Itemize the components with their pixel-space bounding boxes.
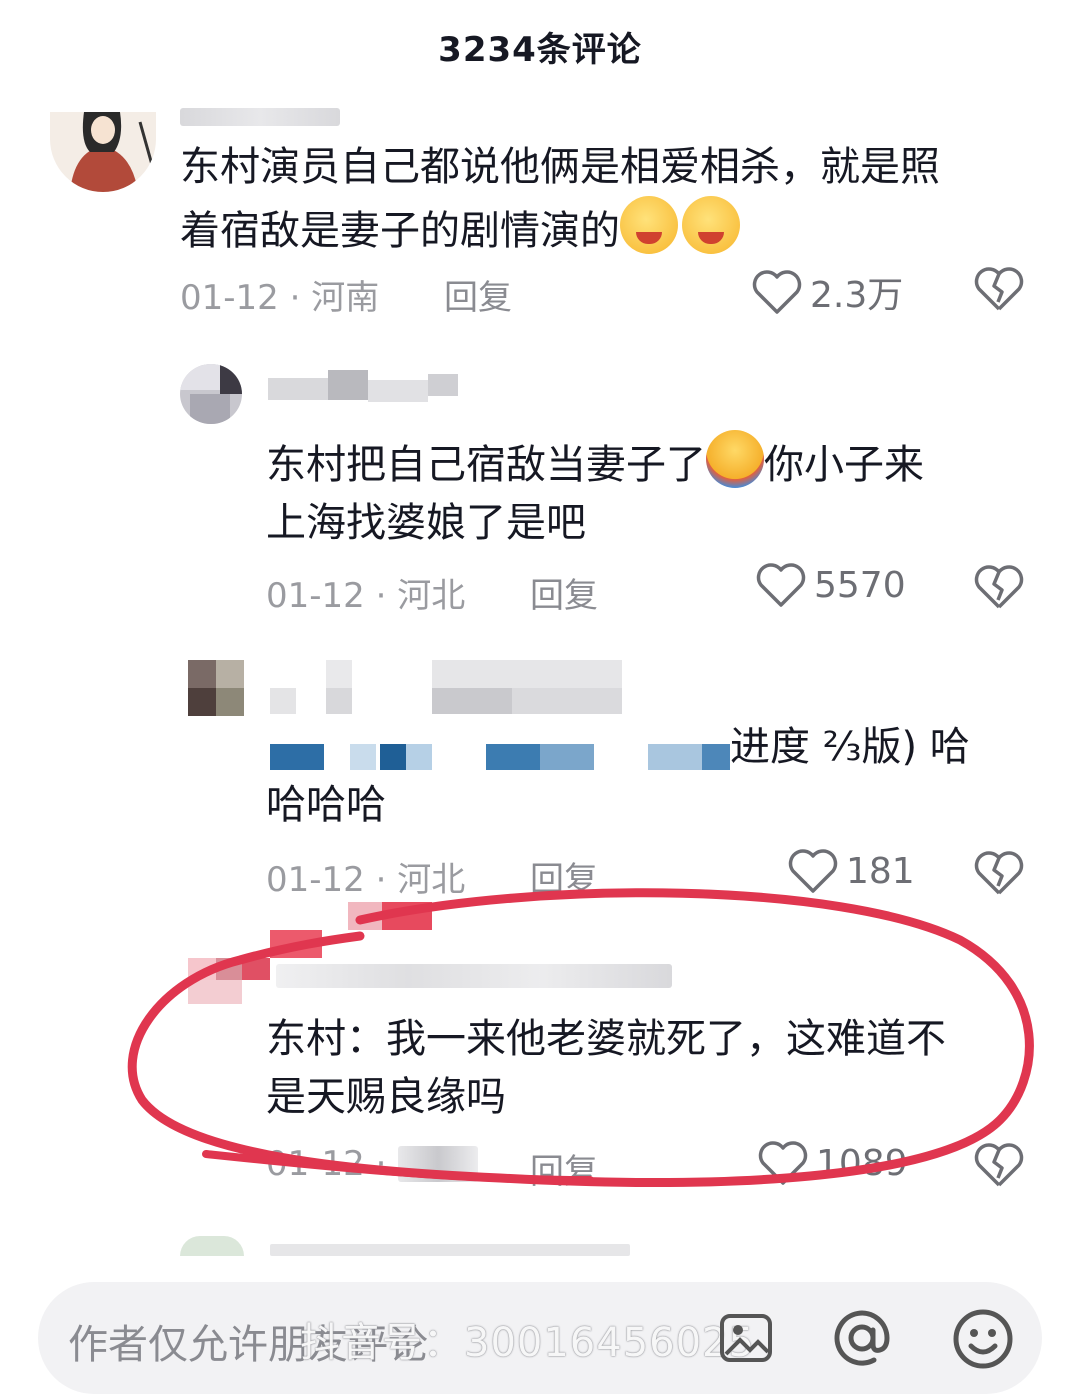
like-count: 2.3万 [810,275,904,316]
comment-text: 进度 ⅔版) 哈 哈哈哈 [266,724,970,828]
reply-button[interactable]: 回复 [444,270,512,319]
dislike-button[interactable] [974,266,1024,312]
mention-icon[interactable] [832,1308,892,1368]
annotation-circle [127,888,1034,1187]
username-blurred[interactable] [180,108,340,126]
drooling-face-icon [682,196,740,254]
comment-count-title: 3234条评论 [438,30,642,70]
heart-icon [756,563,806,607]
comment-meta: 01-12 · 河北 [266,576,466,616]
reply-button[interactable]: 回复 [530,568,598,617]
avatar[interactable] [50,112,156,192]
comment-text: 东村把自己宿敌当妻子了 你小子来 上海找婆娘了是吧 [266,430,1046,552]
image-icon[interactable] [718,1312,774,1364]
like-button[interactable]: 2.3万 [752,266,903,318]
username-blurred[interactable] [270,660,622,716]
broken-heart-icon [974,565,1024,609]
like-count: 5570 [814,564,906,606]
username-blurred[interactable] [270,1244,630,1256]
drooling-face-icon [620,196,678,254]
like-button[interactable]: 5570 [756,562,906,608]
avatar[interactable] [180,1236,244,1256]
hugging-face-icon [706,430,764,488]
emoji-icon[interactable] [952,1308,1014,1370]
heart-icon [752,270,802,314]
broken-heart-icon [974,267,1024,311]
comment-text: 东村演员自己都说他俩是相爱相杀，就是照 着宿敌是妻子的剧情演的 [180,144,940,254]
avatar[interactable] [188,660,244,716]
comment-meta: 01-12 · 河南 [180,278,380,318]
dislike-button[interactable] [974,564,1024,610]
avatar[interactable] [180,364,242,424]
username-blurred[interactable] [268,370,458,404]
watermark: 抖音号：30016456025 [300,1320,755,1366]
